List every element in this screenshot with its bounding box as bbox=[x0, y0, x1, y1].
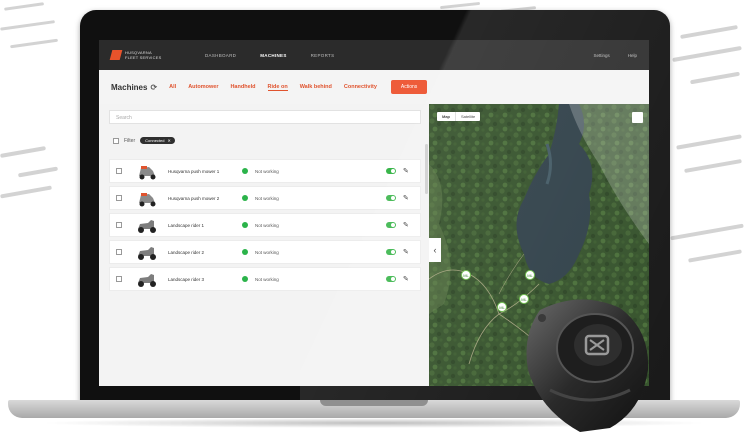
nav-item-machines[interactable]: MACHINES bbox=[260, 53, 286, 58]
machine-name: Landscape rider 3 bbox=[168, 276, 205, 282]
machine-status: Not working bbox=[255, 195, 279, 201]
mower-thumbnail-icon bbox=[139, 193, 156, 207]
table-row[interactable]: Husqvarna push mower 1 Not working ✎ bbox=[109, 159, 421, 183]
machine-status: Not working bbox=[255, 168, 279, 174]
wrench-icon[interactable]: ✎ bbox=[403, 221, 409, 229]
actions-button[interactable]: Actions bbox=[390, 80, 428, 94]
machine-name: Landscape rider 2 bbox=[168, 249, 205, 255]
map-pin[interactable]: ML bbox=[461, 270, 471, 280]
nav-help[interactable]: Help bbox=[628, 53, 637, 58]
select-all-checkbox[interactable] bbox=[113, 137, 119, 144]
machine-toggle[interactable] bbox=[386, 222, 396, 228]
page-title: Machines ⟳ bbox=[111, 83, 157, 92]
row-checkbox[interactable] bbox=[116, 276, 122, 282]
machine-toggle[interactable] bbox=[386, 276, 396, 282]
logo-icon bbox=[109, 50, 123, 60]
row-checkbox[interactable] bbox=[116, 249, 122, 255]
filter-connectivity[interactable]: Connectivity bbox=[344, 84, 377, 90]
row-checkbox[interactable] bbox=[116, 222, 122, 228]
machine-toggle[interactable] bbox=[386, 168, 396, 174]
machine-toggle[interactable] bbox=[386, 249, 396, 255]
filter-automower[interactable]: Automower bbox=[188, 84, 218, 90]
filter-walk-behind[interactable]: Walk behind bbox=[300, 84, 332, 90]
collapse-panel-chevron-icon[interactable]: ‹ bbox=[429, 238, 441, 262]
wrench-icon[interactable]: ✎ bbox=[403, 275, 409, 283]
wrench-icon[interactable]: ✎ bbox=[403, 248, 409, 256]
logo-line-2: FLEET SERVICES bbox=[125, 55, 162, 60]
row-checkbox[interactable] bbox=[116, 168, 122, 174]
page-title-text: Machines bbox=[111, 82, 148, 92]
tracker-device-image bbox=[526, 299, 649, 432]
status-dot bbox=[242, 195, 248, 201]
row-checkbox[interactable] bbox=[116, 195, 122, 201]
machine-status: Not working bbox=[255, 249, 279, 255]
map-type-toggle: Map Satellite bbox=[437, 112, 481, 121]
machine-list-panel: Search Filter Connected ✕ Husqvarna push… bbox=[99, 104, 429, 386]
brand-logo[interactable]: HUSQVARNA FLEET SERVICES bbox=[109, 50, 181, 60]
filter-all[interactable]: All bbox=[169, 84, 176, 90]
filter-handheld[interactable]: Handheld bbox=[230, 84, 255, 90]
machine-status: Not working bbox=[255, 276, 279, 282]
rider-thumbnail-icon bbox=[138, 247, 156, 260]
filter-chip[interactable]: Connected ✕ bbox=[140, 137, 175, 144]
wrench-icon[interactable]: ✎ bbox=[403, 167, 409, 175]
filter-ride-on[interactable]: Ride on bbox=[267, 84, 288, 91]
status-dot bbox=[242, 168, 248, 174]
table-row[interactable]: Landscape rider 3 Not working ✎ bbox=[109, 267, 421, 291]
nav-right: Settings Help bbox=[593, 53, 637, 58]
filter-chip-label: Connected bbox=[145, 138, 165, 143]
machine-name: Husqvarna push mower 2 bbox=[168, 195, 220, 201]
map-pin[interactable]: ML bbox=[497, 302, 507, 312]
refresh-icon[interactable]: ⟳ bbox=[150, 83, 157, 92]
status-dot bbox=[242, 249, 248, 255]
table-row[interactable]: Husqvarna push mower 2 Not working ✎ bbox=[109, 186, 421, 210]
map-toggle-map[interactable]: Map bbox=[437, 112, 456, 121]
laptop-notch bbox=[320, 400, 428, 406]
mower-thumbnail-icon bbox=[139, 166, 156, 180]
search-input[interactable]: Search bbox=[109, 110, 421, 124]
fullscreen-icon[interactable] bbox=[632, 112, 643, 123]
machine-rows: Husqvarna push mower 1 Not working ✎ Hus… bbox=[109, 159, 421, 294]
status-dot bbox=[242, 222, 248, 228]
filter-toolbar: Machines ⟳ All Automower Handheld Ride o… bbox=[99, 70, 649, 105]
nav-item-dashboard[interactable]: DASHBOARD bbox=[205, 53, 236, 58]
filter-row: Filter Connected ✕ bbox=[113, 137, 175, 144]
machine-status: Not working bbox=[255, 222, 279, 228]
machine-name: Husqvarna push mower 1 bbox=[168, 168, 220, 174]
table-row[interactable]: Landscape rider 2 Not working ✎ bbox=[109, 240, 421, 264]
map-pin[interactable]: ML bbox=[525, 270, 535, 280]
rider-thumbnail-icon bbox=[138, 274, 156, 287]
status-dot bbox=[242, 276, 248, 282]
wrench-icon[interactable]: ✎ bbox=[403, 194, 409, 202]
filter-label: Filter bbox=[124, 137, 136, 144]
rider-thumbnail-icon bbox=[138, 220, 156, 233]
table-row[interactable]: Landscape rider 1 Not working ✎ bbox=[109, 213, 421, 237]
top-navigation: HUSQVARNA FLEET SERVICES DASHBOARD MACHI… bbox=[99, 40, 649, 70]
machine-toggle[interactable] bbox=[386, 195, 396, 201]
list-scrollbar[interactable] bbox=[425, 144, 428, 194]
nav-item-reports[interactable]: REPORTS bbox=[311, 53, 335, 58]
nav-settings[interactable]: Settings bbox=[593, 53, 609, 58]
map-toggle-satellite[interactable]: Satellite bbox=[456, 112, 480, 121]
close-icon[interactable]: ✕ bbox=[167, 138, 170, 143]
machine-name: Landscape rider 1 bbox=[168, 222, 205, 228]
